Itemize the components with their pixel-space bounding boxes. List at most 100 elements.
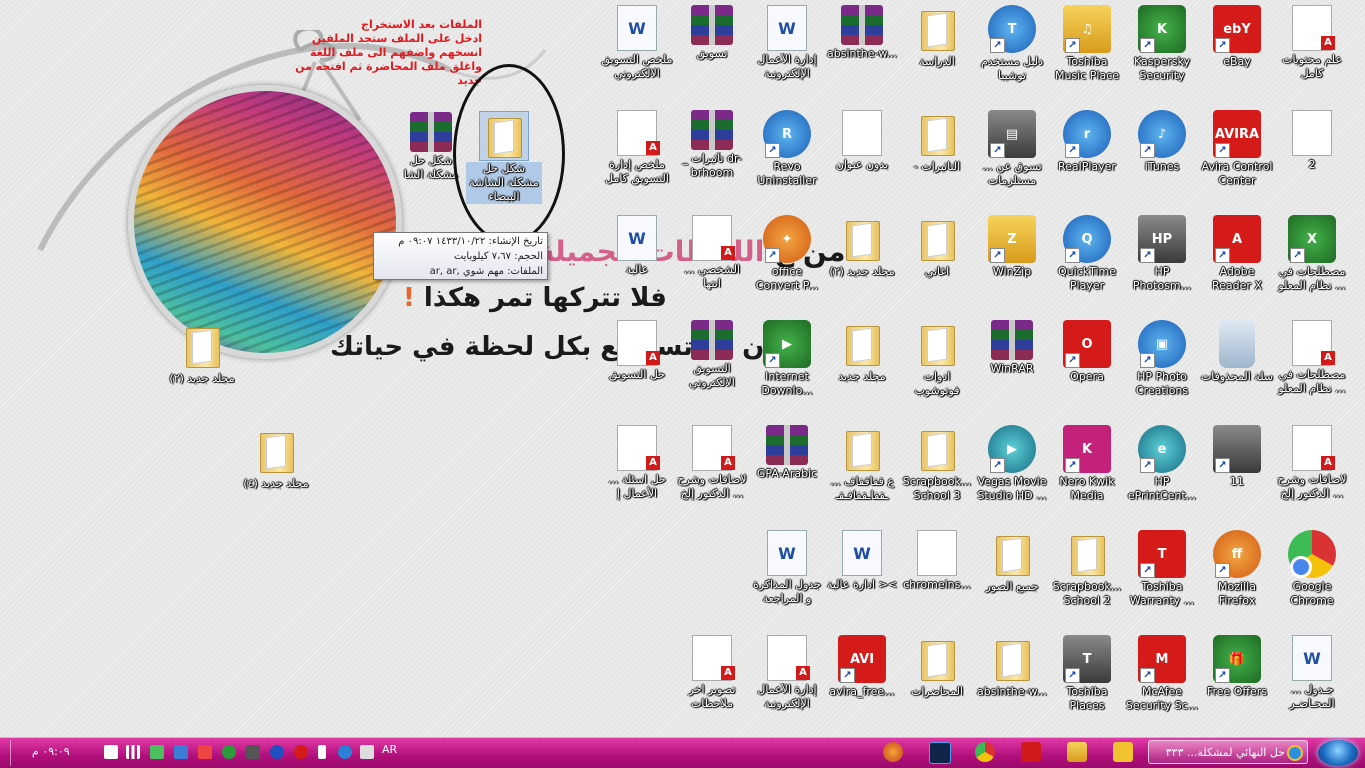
desktop-icon[interactable]: لاضافات وشرح ... الدكتور إلخ [674, 425, 750, 501]
desktop-icon[interactable]: التسويق الالكتروني [674, 320, 750, 390]
desktop-icon-label: absinthe-w... [977, 685, 1047, 698]
app-icon: X [1288, 215, 1336, 263]
desktop-icon[interactable]: KKaspersky Security Scan [1124, 5, 1200, 83]
show-desktop-button[interactable] [0, 740, 11, 766]
desktop-icon[interactable]: بدون عنوان [824, 110, 900, 172]
desktop-icon[interactable]: eHP ePrintCent... [1124, 425, 1200, 503]
start-button[interactable] [1318, 740, 1358, 766]
language-bar-icon[interactable] [338, 745, 352, 759]
desktop-icon[interactable]: ▣HP Photo Creations [1124, 320, 1200, 398]
desktop[interactable]: الملفات بعد الاستخراج ادخل على الملف ستج… [0, 0, 1365, 737]
desktop-icon[interactable]: TToshiba Warranty ... [1124, 530, 1200, 608]
desktop-icon[interactable]: 🎁 Free Offers [1199, 635, 1275, 699]
desktop-icon[interactable]: حل اسئلة ... الأعمال إ [599, 425, 675, 501]
taskbar-active-window[interactable]: حل النهائي لمشكلة... ٣٣٣ [1148, 740, 1308, 764]
desktop-icon-label: iTunes [1144, 160, 1180, 173]
display-icon[interactable] [174, 745, 188, 759]
show-hidden-icons[interactable] [318, 745, 326, 759]
desktop-icon[interactable]: الدراسة [899, 5, 975, 69]
desktop-icon[interactable]: سلة المحذوفات [1199, 320, 1275, 384]
bluetooth-icon[interactable] [270, 745, 284, 759]
desktop-icon[interactable]: ♪ iTunes [1124, 110, 1200, 174]
desktop-icon[interactable]: ... الشخصي انتها [674, 215, 750, 291]
desktop-icon[interactable]: Scrapbook... School 3 [899, 425, 975, 503]
desktop-icon[interactable]: مجلد جديد (٤) [238, 427, 314, 491]
desktop-icon[interactable]: W ادارة عالية >< [824, 530, 900, 592]
desktop-icon[interactable]: مصطلحات في ... نظام المعلو [1274, 320, 1350, 396]
explorer-icon[interactable] [1067, 742, 1087, 762]
desktop-icon[interactable]: المحاضرات [899, 635, 975, 699]
desktop-icon-label: لاضافات وشرح ... الدكتور إلخ [1277, 473, 1347, 500]
desktop-icon[interactable]: تسويق [674, 5, 750, 61]
desktop-icon[interactable]: Google Chrome [1274, 530, 1350, 608]
desktop-icon[interactable]: absinthe-w... [974, 635, 1050, 699]
desktop-icon[interactable]: W عالية [599, 215, 675, 277]
flag-icon[interactable] [198, 745, 212, 759]
desktop-icon[interactable]: r RealPlayer [1049, 110, 1125, 174]
desktop-icon[interactable]: ffMozilla Firefox [1199, 530, 1275, 608]
avira-tray-icon[interactable] [294, 745, 308, 759]
desktop-icon[interactable]: KNero Kwik Media [1049, 425, 1125, 503]
desktop-icon[interactable]: W إدارة الأعمال الإلكترونية [749, 5, 825, 81]
update-icon[interactable] [222, 745, 236, 759]
desktop-icon[interactable]: MMcAfee Security Sc... [1124, 635, 1200, 713]
desktop-icon[interactable]: Z WinZip [974, 215, 1050, 279]
desktop-icon[interactable]: WinRAR [974, 320, 1050, 376]
desktop-icon[interactable]: ▶Internet Downlo... [749, 320, 825, 398]
photoshop-icon[interactable] [929, 742, 951, 764]
desktop-icon[interactable]: اغاني [899, 215, 975, 279]
desktop-icon[interactable]: AAdobe Reader X [1199, 215, 1275, 293]
desktop-icon[interactable]: ebY eBay [1199, 5, 1275, 69]
desktop-icon[interactable]: QQuickTime Player [1049, 215, 1125, 293]
desktop-icon[interactable]: 11 [1199, 425, 1275, 489]
desktop-icon[interactable]: مجلد جديد (٢) [824, 215, 900, 279]
security-icon[interactable] [246, 745, 260, 759]
desktop-icon[interactable]: AVIRAAvira Control Center [1199, 110, 1275, 188]
desktop-icon[interactable]: W جـدول ... المحـاضـر [1274, 635, 1350, 711]
desktop-icon[interactable]: chromeins... [899, 530, 975, 592]
desktop-icon[interactable]: جميع الصور [974, 530, 1050, 594]
desktop-icon[interactable]: مجلد جديد (٢) [164, 322, 240, 386]
battery-icon[interactable] [150, 745, 164, 759]
chrome-icon[interactable] [975, 742, 995, 762]
desktop-icon[interactable]: Xمصطلحات في ... نظام المعلو [1274, 215, 1350, 293]
desktop-icon[interactable]: RRevo Uninstaller [749, 110, 825, 188]
action-center-icon[interactable] [104, 745, 118, 759]
desktop-icon[interactable]: - التاثيرات [899, 110, 975, 174]
desktop-icon[interactable]: علم محتويات كامل [1274, 5, 1350, 81]
chrome-icon [1288, 530, 1336, 578]
firefox-icon[interactable] [883, 742, 903, 762]
taskbar-clock[interactable]: ٠٩:٠٩ م [32, 745, 70, 758]
network-icon[interactable] [126, 745, 140, 759]
desktop-icon[interactable]: 2 [1274, 110, 1350, 172]
desktop-icon[interactable]: _ تأثيرات dr-brhoom [674, 110, 750, 180]
desktop-icon[interactable]: Wجدول المذاكرة و المراجعة عشان [749, 530, 825, 606]
keyboard-icon[interactable] [360, 745, 374, 759]
desktop-icon[interactable]: absinthe-w... [824, 5, 900, 61]
desktop-icon[interactable]: AVI avira_free... [824, 635, 900, 699]
desktop-icon[interactable]: ع قفاقفاف ... ـقفاـقفافـقـ [824, 425, 900, 503]
desktop-icon[interactable]: لاضافات وشرح ... الدكتور إلخ [1274, 425, 1350, 501]
desktop-icon[interactable]: GPA-Arabic [749, 425, 825, 481]
desktop-icon[interactable]: ادوات فوتوشوب [899, 320, 975, 398]
desktop-icon[interactable]: ▶Vegas Movie Studio HD ... [974, 425, 1050, 503]
folder-icon [988, 530, 1036, 578]
desktop-icon[interactable]: TToshiba Places [1049, 635, 1125, 713]
desktop-icon[interactable]: مجلد جديد [824, 320, 900, 384]
desktop-icon-label: Toshiba Music Place [1054, 55, 1120, 82]
desktop-icon[interactable]: ▤تسوق عن ... مستلزمات [974, 110, 1050, 188]
desktop-icon[interactable]: Scrapbook... School 2 [1049, 530, 1125, 608]
desktop-icon[interactable]: Tدليل مستخدم توشيبا [974, 5, 1050, 83]
desktop-icon[interactable]: O Opera [1049, 320, 1125, 384]
input-language[interactable]: AR [382, 743, 397, 756]
desktop-icon[interactable]: تصوير اخر ملاحظات تسويق [674, 635, 750, 711]
media-icon[interactable] [1113, 742, 1133, 762]
desktop-icon[interactable]: ✦office Convert P... [749, 215, 825, 293]
desktop-icon[interactable]: HPHP Photosm... [1124, 215, 1200, 293]
desktop-icon[interactable]: إدارة الأعمال الإلكترونية [749, 635, 825, 711]
desktop-icon[interactable]: ♫Toshiba Music Place [1049, 5, 1125, 83]
desktop-icon[interactable]: W ملخص التسويق الالكتروني [599, 5, 675, 81]
desktop-icon[interactable]: حل التسويق [599, 320, 675, 382]
desktop-icon[interactable]: ملخص إدارة التسويق كامل [599, 110, 675, 186]
acrobat-icon[interactable] [1021, 742, 1041, 762]
